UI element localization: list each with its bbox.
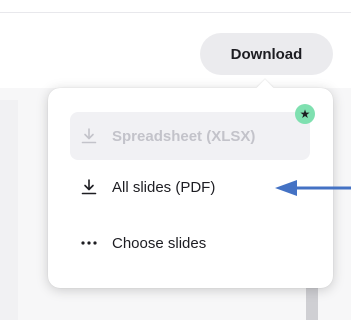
menu-item-label: Choose slides: [112, 234, 207, 252]
star-icon: ★: [299, 107, 311, 121]
annotation-arrow: [275, 180, 351, 196]
toolbar-divider: [0, 12, 351, 13]
menu-item-label: All slides (PDF): [112, 178, 216, 196]
more-dots-icon: [78, 232, 100, 254]
new-feature-badge: ★: [295, 104, 315, 124]
menu-item-choose-slides[interactable]: Choose slides: [70, 226, 310, 260]
download-icon: [78, 176, 100, 198]
download-icon: [78, 125, 100, 147]
menu-item-spreadsheet-xlsx[interactable]: Spreadsheet (XLSX): [70, 112, 310, 160]
menu-item-all-slides-pdf[interactable]: All slides (PDF): [70, 170, 310, 204]
background-slide-edge: [0, 100, 18, 320]
download-button[interactable]: Download: [200, 33, 333, 75]
menu-item-label: Spreadsheet (XLSX): [112, 127, 256, 145]
